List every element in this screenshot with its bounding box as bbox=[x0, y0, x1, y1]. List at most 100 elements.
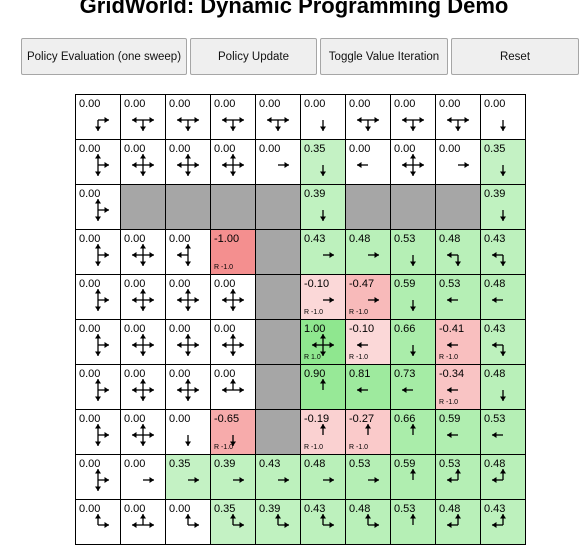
grid-cell[interactable]: 0.43 bbox=[480, 229, 526, 275]
grid-cell[interactable]: 0.39 bbox=[210, 454, 256, 500]
grid-cell[interactable]: -0.47 R -1.0 bbox=[345, 274, 391, 320]
grid-cell[interactable]: 0.48 bbox=[345, 229, 391, 275]
reset-button[interactable]: Reset bbox=[451, 38, 579, 75]
grid-cell[interactable]: 0.59 bbox=[390, 274, 436, 320]
grid-cell[interactable]: 0.00 bbox=[75, 454, 121, 500]
grid-cell[interactable]: 0.53 bbox=[390, 499, 436, 545]
grid-cell[interactable]: 0.00 bbox=[210, 364, 256, 410]
grid-cell[interactable]: 0.00 bbox=[165, 229, 211, 275]
grid-cell[interactable]: 0.48 bbox=[480, 364, 526, 410]
grid-cell[interactable]: 0.35 bbox=[300, 139, 346, 185]
grid-cell[interactable]: 0.00 bbox=[255, 94, 301, 140]
grid-cell[interactable]: 0.00 bbox=[165, 94, 211, 140]
grid-cell[interactable]: 0.00 bbox=[165, 499, 211, 545]
grid-cell[interactable]: 0.00 bbox=[345, 94, 391, 140]
toggle-value-iteration-button[interactable]: Toggle Value Iteration bbox=[320, 38, 448, 75]
grid-cell[interactable]: -0.34 R -1.0 bbox=[435, 364, 481, 410]
grid-cell[interactable]: 0.39 bbox=[255, 499, 301, 545]
grid-cell[interactable]: 0.00 bbox=[120, 274, 166, 320]
grid-cell[interactable]: 0.53 bbox=[435, 274, 481, 320]
wall-cell[interactable] bbox=[345, 184, 391, 230]
wall-cell[interactable] bbox=[255, 274, 301, 320]
grid-cell[interactable]: 0.00 bbox=[75, 229, 121, 275]
grid-cell[interactable]: 0.53 bbox=[390, 229, 436, 275]
wall-cell[interactable] bbox=[390, 184, 436, 230]
grid-cell[interactable]: 0.00 bbox=[75, 274, 121, 320]
grid-cell[interactable]: 0.48 bbox=[480, 454, 526, 500]
grid-cell[interactable]: 0.66 bbox=[390, 409, 436, 455]
grid-cell[interactable]: 0.53 bbox=[480, 409, 526, 455]
grid-cell[interactable]: 0.43 bbox=[300, 229, 346, 275]
grid-cell[interactable]: 0.39 bbox=[480, 184, 526, 230]
grid-cell[interactable]: 0.00 bbox=[120, 409, 166, 455]
wall-cell[interactable] bbox=[210, 184, 256, 230]
grid-cell[interactable]: 0.48 bbox=[435, 229, 481, 275]
policy-evaluation-button[interactable]: Policy Evaluation (one sweep) bbox=[21, 38, 187, 75]
grid-cell[interactable]: 0.39 bbox=[300, 184, 346, 230]
grid-cell[interactable]: 0.00 bbox=[255, 139, 301, 185]
grid-cell[interactable]: 0.73 bbox=[390, 364, 436, 410]
grid-cell[interactable]: 0.48 bbox=[480, 274, 526, 320]
wall-cell[interactable] bbox=[255, 184, 301, 230]
grid-cell[interactable]: 0.53 bbox=[345, 454, 391, 500]
grid-cell[interactable]: 0.00 bbox=[75, 409, 121, 455]
grid-cell[interactable]: 0.00 bbox=[390, 94, 436, 140]
grid-cell[interactable]: 0.00 bbox=[75, 499, 121, 545]
grid-cell[interactable]: 0.43 bbox=[480, 319, 526, 365]
grid-cell[interactable]: 0.00 bbox=[210, 94, 256, 140]
grid-cell[interactable]: 0.90 bbox=[300, 364, 346, 410]
grid-cell[interactable]: 0.00 bbox=[75, 94, 121, 140]
wall-cell[interactable] bbox=[255, 409, 301, 455]
grid-cell[interactable]: 0.00 bbox=[165, 319, 211, 365]
grid-cell[interactable]: 0.00 bbox=[120, 139, 166, 185]
grid-cell[interactable]: 0.00 bbox=[120, 319, 166, 365]
grid-cell[interactable]: 0.35 bbox=[480, 139, 526, 185]
grid-cell[interactable]: -0.19 R -1.0 bbox=[300, 409, 346, 455]
grid-cell[interactable]: 0.00 bbox=[390, 139, 436, 185]
grid-cell[interactable]: 0.00 bbox=[120, 229, 166, 275]
grid-cell[interactable]: 0.00 bbox=[480, 94, 526, 140]
grid-cell[interactable]: 0.48 bbox=[435, 499, 481, 545]
grid-cell[interactable]: 0.00 bbox=[210, 319, 256, 365]
grid-cell[interactable]: 0.00 bbox=[165, 409, 211, 455]
grid-cell[interactable]: 0.00 bbox=[75, 184, 121, 230]
grid-cell[interactable]: 1.00 R 1.0 bbox=[300, 319, 346, 365]
grid-cell[interactable]: 0.00 bbox=[165, 139, 211, 185]
grid-cell[interactable]: 0.43 bbox=[255, 454, 301, 500]
grid-cell[interactable]: 0.00 bbox=[435, 139, 481, 185]
wall-cell[interactable] bbox=[255, 319, 301, 365]
grid-cell[interactable]: 0.00 bbox=[165, 364, 211, 410]
grid-cell[interactable]: 0.00 bbox=[435, 94, 481, 140]
wall-cell[interactable] bbox=[120, 184, 166, 230]
grid-cell[interactable]: 0.00 bbox=[165, 274, 211, 320]
grid-cell[interactable]: 0.43 bbox=[480, 499, 526, 545]
grid-cell[interactable]: 0.81 bbox=[345, 364, 391, 410]
grid-cell[interactable]: 0.00 bbox=[210, 139, 256, 185]
grid-cell[interactable]: -0.10 R -1.0 bbox=[300, 274, 346, 320]
grid-cell[interactable]: 0.43 bbox=[300, 499, 346, 545]
grid-cell[interactable]: -0.10 R -1.0 bbox=[345, 319, 391, 365]
grid-cell[interactable]: 0.00 bbox=[120, 364, 166, 410]
grid-cell[interactable]: 0.00 bbox=[120, 499, 166, 545]
grid-cell[interactable]: 0.53 bbox=[435, 454, 481, 500]
grid-cell[interactable]: -0.41 R -1.0 bbox=[435, 319, 481, 365]
grid-cell[interactable]: 0.00 bbox=[345, 139, 391, 185]
grid-cell[interactable]: 0.48 bbox=[300, 454, 346, 500]
grid-cell[interactable]: 0.35 bbox=[210, 499, 256, 545]
grid-cell[interactable]: -0.65 R -1.0 bbox=[210, 409, 256, 455]
wall-cell[interactable] bbox=[255, 364, 301, 410]
policy-update-button[interactable]: Policy Update bbox=[190, 38, 317, 75]
grid-cell[interactable]: 0.00 bbox=[210, 274, 256, 320]
grid-cell[interactable]: -0.27 R -1.0 bbox=[345, 409, 391, 455]
grid-cell[interactable]: -1.00 R -1.0 bbox=[210, 229, 256, 275]
grid-cell[interactable]: 0.00 bbox=[120, 454, 166, 500]
grid-cell[interactable]: 0.35 bbox=[165, 454, 211, 500]
grid-cell[interactable]: 0.66 bbox=[390, 319, 436, 365]
wall-cell[interactable] bbox=[255, 229, 301, 275]
grid-cell[interactable]: 0.48 bbox=[345, 499, 391, 545]
grid-cell[interactable]: 0.59 bbox=[435, 409, 481, 455]
grid-cell[interactable]: 0.00 bbox=[300, 94, 346, 140]
wall-cell[interactable] bbox=[435, 184, 481, 230]
wall-cell[interactable] bbox=[165, 184, 211, 230]
grid-cell[interactable]: 0.00 bbox=[120, 94, 166, 140]
